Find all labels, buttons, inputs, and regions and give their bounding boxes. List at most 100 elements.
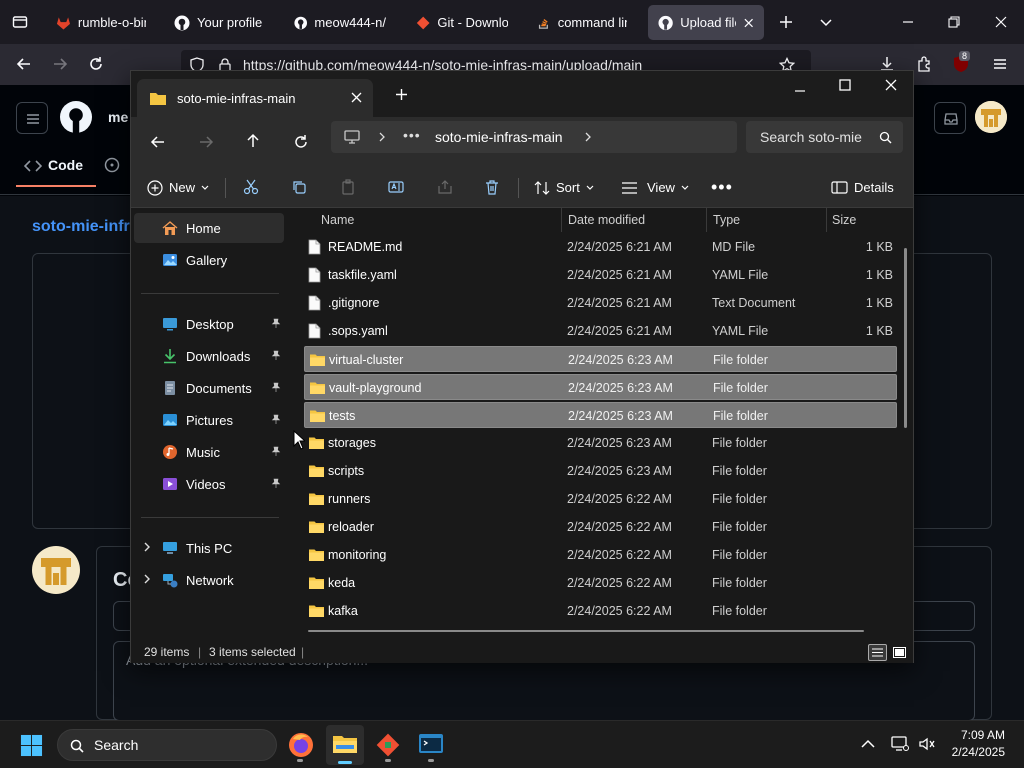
browser-tab[interactable]: meow444-n/so (284, 5, 396, 40)
vertical-scrollbar[interactable] (904, 248, 907, 428)
details-button[interactable]: Details (831, 167, 894, 208)
paste-icon[interactable] (340, 179, 356, 195)
address-bar[interactable]: ••• soto-mie-infras-main (331, 121, 737, 153)
chevron-right-icon[interactable] (378, 132, 386, 142)
reload-icon[interactable] (81, 49, 111, 79)
browser-tab[interactable]: rumble-o-bin (46, 5, 156, 40)
new-tab-icon[interactable] (771, 7, 801, 37)
minimize-icon[interactable] (794, 85, 806, 97)
folder-row[interactable]: storages 2/24/2025 6:23 AM File folder (304, 430, 897, 456)
column-header-name[interactable]: Name (321, 208, 354, 232)
column-divider[interactable] (561, 208, 562, 232)
taskbar-file-explorer[interactable] (326, 725, 364, 765)
rename-icon[interactable] (388, 179, 404, 195)
taskbar-search[interactable]: Search (57, 729, 277, 761)
folder-row[interactable]: monitoring 2/24/2025 6:22 AM File folder (304, 542, 897, 568)
tiles-view-toggle[interactable] (890, 644, 909, 661)
sidebar-item-videos[interactable]: Videos (134, 469, 284, 499)
file-row[interactable]: README.md 2/24/2025 6:21 AM MD File 1 KB (304, 234, 897, 260)
close-tab-icon[interactable] (743, 17, 754, 29)
browser-tab[interactable]: Your profile (164, 5, 274, 40)
browser-tab[interactable]: command line (527, 5, 637, 40)
sidebar-item-documents[interactable]: Documents (134, 373, 284, 403)
new-tab-icon[interactable] (395, 88, 408, 101)
delete-icon[interactable] (484, 179, 500, 195)
sidebar-item-gallery[interactable]: Gallery (134, 245, 284, 275)
forward-arrow-icon[interactable] (45, 49, 75, 79)
taskbar-time[interactable]: 7:09 AM (949, 728, 1005, 742)
forward-arrow-icon[interactable] (198, 134, 214, 150)
column-header-size[interactable]: Size (832, 208, 856, 232)
folder-row[interactable]: keda 2/24/2025 6:22 AM File folder (304, 570, 897, 596)
more-options-icon[interactable]: ••• (711, 177, 733, 198)
volume-muted-icon[interactable] (918, 736, 936, 752)
close-window-icon[interactable] (885, 79, 897, 91)
folder-row[interactable]: virtual-cluster 2/24/2025 6:23 AM File fol… (304, 346, 897, 372)
windows-start-icon[interactable] (20, 734, 43, 757)
view-button[interactable]: View (621, 167, 689, 208)
taskbar-firefox[interactable] (286, 728, 316, 762)
taskbar-date[interactable]: 2/24/2025 (945, 745, 1005, 759)
folder-row[interactable]: kafka 2/24/2025 6:22 AM File folder (304, 598, 897, 624)
pin-icon[interactable] (271, 350, 281, 360)
back-arrow-icon[interactable] (150, 134, 166, 150)
file-row[interactable]: taskfile.yaml 2/24/2025 6:21 AM YAML File 1… (304, 262, 897, 288)
breadcrumb-overflow[interactable]: ••• (403, 127, 421, 143)
sidebar-item-downloads[interactable]: Downloads (134, 341, 284, 371)
share-icon[interactable] (437, 179, 453, 195)
chevron-up-icon[interactable] (861, 739, 875, 749)
sidebar-item-desktop[interactable]: Desktop (134, 309, 284, 339)
details-view-toggle[interactable] (868, 644, 887, 661)
issues-icon[interactable] (104, 157, 120, 173)
search-icon[interactable] (879, 131, 892, 144)
display-icon[interactable] (891, 736, 909, 752)
restore-icon[interactable] (939, 7, 969, 37)
inbox-button[interactable] (934, 102, 966, 134)
sidebar-item-home[interactable]: Home (134, 213, 284, 243)
github-menu-button[interactable] (16, 102, 48, 134)
folder-row[interactable]: tests 2/24/2025 6:23 AM File folder (304, 402, 897, 428)
close-tab-icon[interactable] (351, 92, 362, 103)
firefox-view-icon[interactable] (5, 7, 35, 37)
pin-icon[interactable] (271, 446, 281, 456)
minimize-icon[interactable] (893, 7, 923, 37)
folder-row[interactable]: scripts 2/24/2025 6:23 AM File folder (304, 458, 897, 484)
pin-icon[interactable] (271, 414, 281, 424)
file-row[interactable]: .gitignore 2/24/2025 6:21 AM Text Document… (304, 290, 897, 316)
taskbar-git-app[interactable] (373, 728, 403, 762)
cut-icon[interactable] (243, 179, 259, 195)
file-row[interactable]: .sops.yaml 2/24/2025 6:21 AM YAML File 1 KB (304, 318, 897, 344)
sidebar-item-this-pc[interactable]: This PC (134, 533, 284, 563)
close-window-icon[interactable] (986, 7, 1016, 37)
breadcrumb-current[interactable]: soto-mie-infras-main (435, 129, 563, 145)
taskbar-terminal[interactable] (416, 728, 446, 762)
sort-button[interactable]: Sort (534, 167, 594, 208)
explorer-tab[interactable]: soto-mie-infras-main (137, 79, 373, 117)
pin-icon[interactable] (271, 318, 281, 328)
up-arrow-icon[interactable] (245, 133, 261, 149)
folder-row[interactable]: vault-playground 2/24/2025 6:23 AM File fo… (304, 374, 897, 400)
new-button[interactable]: New (147, 167, 209, 208)
column-divider[interactable] (706, 208, 707, 232)
browser-tab[interactable]: Git - Downloa (406, 5, 518, 40)
search-box[interactable]: Search soto-mie (746, 121, 903, 153)
tab-code[interactable]: Code (48, 157, 83, 173)
folder-row[interactable]: runners 2/24/2025 6:22 AM File folder (304, 486, 897, 512)
avatar[interactable] (975, 101, 1007, 133)
refresh-icon[interactable] (293, 134, 309, 150)
browser-tab-active[interactable]: Upload files (648, 5, 764, 40)
repo-link[interactable]: soto-mie-infr (32, 218, 130, 236)
chevron-right-icon[interactable] (584, 132, 592, 142)
maximize-icon[interactable] (839, 79, 851, 91)
chevron-down-icon[interactable] (811, 7, 841, 37)
hamburger-menu-icon[interactable] (985, 49, 1015, 79)
github-logo-icon[interactable] (60, 101, 92, 133)
pin-icon[interactable] (271, 478, 281, 488)
sidebar-item-pictures[interactable]: Pictures (134, 405, 284, 435)
column-header-type[interactable]: Type (713, 208, 740, 232)
folder-row[interactable]: reloader 2/24/2025 6:22 AM File folder (304, 514, 897, 540)
back-arrow-icon[interactable] (9, 49, 39, 79)
sidebar-item-network[interactable]: Network (134, 565, 284, 595)
copy-icon[interactable] (291, 179, 307, 195)
column-divider[interactable] (826, 208, 827, 232)
